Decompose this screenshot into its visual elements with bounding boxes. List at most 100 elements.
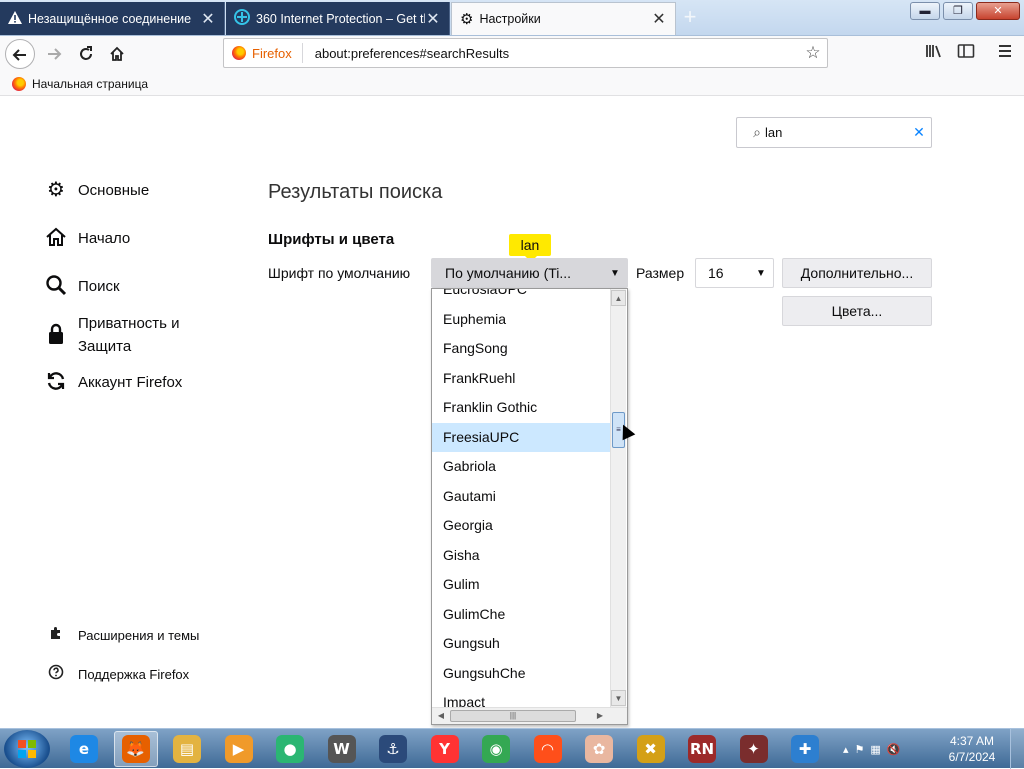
world-of-tanks-icon: W [327,735,356,763]
font-option[interactable]: FangSong [432,334,611,364]
scroll-left-icon[interactable]: ◀ [433,709,449,723]
tab-strip: Незащищённое соединение ✕ 360 Internet P… [0,0,1024,36]
scroll-down-icon[interactable]: ▼ [611,690,626,706]
search-highlight-tooltip: lan [509,234,551,262]
firefox-icon: 🦊 [121,735,150,763]
firefox-logo-icon [232,46,246,60]
navigation-toolbar: Firefox about:preferences#searchResults … [0,36,1024,72]
start-button[interactable] [4,730,50,768]
restore-button[interactable]: ❐ [943,2,973,20]
font-option[interactable]: FreesiaUPC [432,422,611,452]
menu-hamburger-icon[interactable] [994,43,1016,65]
tab-settings[interactable]: ⚙ Настройки ✕ [451,2,676,35]
extensions-and-themes-link[interactable]: Расширения и темы [44,625,244,646]
taskbar-app-game-badge[interactable]: ✖ [629,731,673,767]
taskbar-app-media-player[interactable]: ▶ [217,731,261,767]
url-text[interactable]: about:preferences#searchResults [303,46,799,61]
back-button[interactable] [5,39,35,69]
taskbar-app-firefox[interactable]: 🦊 [113,731,158,767]
bookmark-home-page[interactable]: Начальная страница [32,77,148,91]
font-option[interactable]: Gulim [432,570,611,600]
taskbar-app-yandex[interactable]: Y [423,731,467,767]
identity-box[interactable]: Firefox [224,43,303,63]
taskbar-app-rn-game[interactable]: RN [680,731,724,767]
tab-close-icon[interactable]: ✕ [425,9,441,29]
font-dropdown-list[interactable]: EucrosiaUPC Euphemia FangSong FrankRuehl Fra… [431,288,628,725]
font-size-value: 16 [708,265,724,281]
taskbar-app-world-of-warships[interactable]: ⚓ [371,731,415,767]
tab-close-icon[interactable]: ✕ [200,9,216,29]
category-privacy[interactable]: Приватность и Защита [44,311,208,358]
taskbar-app-network-app[interactable]: ✚ [783,731,827,767]
tab-close-icon[interactable]: ✕ [651,9,667,29]
category-firefox-account[interactable]: Аккаунт Firefox [44,370,182,394]
category-search[interactable]: Поиск [44,274,120,298]
font-option[interactable]: Gabriola [432,452,611,482]
font-size-select[interactable]: 16 ▼ [695,258,774,288]
category-general[interactable]: ⚙ Основные [44,178,149,202]
vertical-scrollbar[interactable]: ▲ ≡ ▼ [610,289,626,707]
home-button[interactable] [102,39,132,69]
taskbar-app-ie[interactable]: e [62,731,106,767]
advanced-fonts-button[interactable]: Дополнительно... [782,258,932,288]
taskbar-app-chrome[interactable]: ◉ [474,731,518,767]
taskbar-app-world-of-tanks[interactable]: W [320,731,364,767]
tray-expand-icon[interactable]: ▴ [843,743,849,756]
tab-360-internet-protection[interactable]: 360 Internet Protection – Get th ✕ [226,2,450,35]
taskbar-app-star-game[interactable]: ✦ [732,731,776,767]
preferences-search-input[interactable]: ⌕ lan ✕ [736,117,932,148]
footer-link-label: Поддержка Firefox [78,667,190,682]
library-icon[interactable] [923,43,945,65]
scroll-up-icon[interactable]: ▲ [611,290,626,306]
firefox-support-link[interactable]: Поддержка Firefox [44,664,244,685]
clear-search-icon[interactable]: ✕ [907,124,931,141]
horizontal-scroll-thumb[interactable]: ||| [450,710,576,722]
minimize-button[interactable]: ▬ [910,2,940,20]
chat-app-icon: ● [276,735,304,763]
font-option[interactable]: Gautami [432,482,611,512]
taskbar-app-aliexpress[interactable]: ◠ [526,731,570,767]
action-center-flag-icon[interactable]: ⚑ [855,743,865,756]
volume-muted-icon[interactable]: 🔇 [887,743,901,756]
gear-icon: ⚙ [47,179,65,201]
font-option[interactable]: EucrosiaUPC [432,289,611,305]
category-home[interactable]: Начало [44,226,130,250]
taskbar-app-chat-app[interactable]: ● [268,731,312,767]
font-option[interactable]: GungsuhChe [432,659,611,689]
ie-icon: e [70,735,98,763]
default-font-select[interactable]: По умолчанию (Ti... ▼ [431,258,628,288]
world-of-warships-icon: ⚓ [379,735,407,763]
dropdown-arrow-icon: ▼ [756,267,766,279]
taskbar-app-anime-game[interactable]: ✿ [577,731,621,767]
sidebar-toggle-icon[interactable] [955,43,977,65]
puzzle-icon [44,625,68,646]
forward-button[interactable] [39,39,69,69]
font-option[interactable]: Euphemia [432,305,611,335]
windows-logo-icon [18,740,36,758]
network-icon[interactable]: ▦ [870,743,880,756]
font-size-label: Размер [636,265,685,281]
new-tab-button[interactable]: + [678,4,702,30]
font-option[interactable]: Gisha [432,541,611,571]
reload-button[interactable] [71,39,101,69]
font-option[interactable]: GulimChe [432,600,611,630]
yandex-icon: Y [430,735,459,763]
bookmark-star-icon[interactable]: ☆ [799,43,827,63]
url-bar[interactable]: Firefox about:preferences#searchResults … [223,38,828,68]
taskbar-app-explorer-folder[interactable]: ▤ [165,731,209,767]
font-option[interactable]: Franklin Gothic [432,393,611,423]
horizontal-scrollbar[interactable]: ◀ ||| ▶ [432,707,627,724]
font-option[interactable]: Georgia [432,511,611,541]
clock[interactable]: 4:37 AM 6/7/2024 [940,733,1004,765]
close-window-button[interactable]: ✕ [976,2,1020,20]
colors-button[interactable]: Цвета... [782,296,932,326]
show-desktop-button[interactable] [1010,729,1024,769]
fonts-colors-heading: Шрифты и цвета [268,231,395,248]
search-value[interactable]: lan [765,125,907,140]
system-tray: ▴ ⚑ ▦ 🔇 [843,729,901,769]
tab-title: Незащищённое соединение [28,11,192,26]
tab-insecure-connection[interactable]: Незащищённое соединение ✕ [0,2,225,35]
font-option[interactable]: Gungsuh [432,629,611,659]
scroll-right-icon[interactable]: ▶ [592,709,608,723]
font-option[interactable]: FrankRuehl [432,364,611,394]
